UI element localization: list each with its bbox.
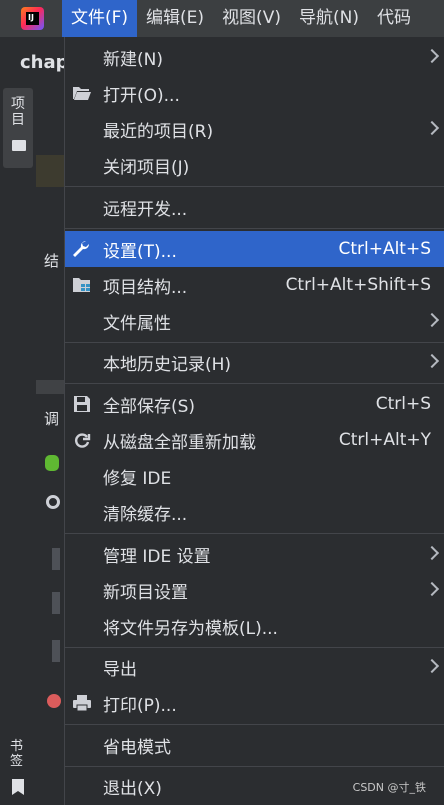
menu-item-label: 关闭项目(J) bbox=[103, 157, 190, 178]
chevron-right-icon bbox=[424, 581, 440, 597]
chevron-right-icon bbox=[424, 120, 440, 136]
menu-item-label: 导出 bbox=[103, 659, 137, 680]
menu-separator bbox=[65, 724, 444, 725]
menu-item-settings[interactable]: 设置(T)... Ctrl+Alt+S bbox=[65, 231, 444, 267]
menu-item-recent-projects[interactable]: 最近的项目(R) bbox=[65, 111, 444, 147]
structure-label: 结 bbox=[44, 252, 60, 270]
menu-separator bbox=[65, 533, 444, 534]
menu-item-save-as-template[interactable]: 将文件另存为模板(L)... bbox=[65, 608, 444, 644]
menu-item-label: 从磁盘全部重新加载 bbox=[103, 432, 256, 453]
chevron-right-icon bbox=[424, 545, 440, 561]
menu-item-label: 新项目设置 bbox=[103, 582, 188, 603]
menu-item-save-all[interactable]: 全部保存(S) Ctrl+S bbox=[65, 386, 444, 422]
bookmark-icon bbox=[12, 779, 24, 795]
menu-item-label: 最近的项目(R) bbox=[103, 121, 214, 142]
chevron-right-icon bbox=[424, 48, 440, 64]
separator-band bbox=[36, 380, 64, 394]
menu-item-label: 设置(T)... bbox=[103, 241, 177, 262]
menu-item-project-structure[interactable]: 项目结构... Ctrl+Alt+Shift+S bbox=[65, 267, 444, 303]
open-folder-icon bbox=[72, 84, 92, 102]
wrench-icon bbox=[72, 240, 92, 258]
menu-navigate[interactable]: 导航(N) bbox=[290, 0, 368, 37]
menu-item-manage-ide-settings[interactable]: 管理 IDE 设置 bbox=[65, 536, 444, 572]
intellij-logo-icon[interactable]: IJ bbox=[21, 7, 44, 30]
chevron-right-icon bbox=[424, 312, 440, 328]
chevron-right-icon bbox=[424, 658, 440, 674]
menu-separator bbox=[65, 766, 444, 767]
menu-item-label: 省电模式 bbox=[103, 737, 171, 758]
menu-item-label: 文件属性 bbox=[103, 313, 171, 334]
breakpoint-icon bbox=[47, 694, 61, 708]
menu-item-label: 项目结构... bbox=[103, 277, 188, 298]
chevron-right-icon bbox=[424, 353, 440, 369]
menu-item-label: 打印(P)... bbox=[103, 695, 177, 716]
shortcut-label: Ctrl+S bbox=[375, 394, 431, 414]
menu-item-label: 远程开发... bbox=[103, 199, 188, 220]
menu-separator bbox=[65, 342, 444, 343]
logo-text: IJ bbox=[28, 13, 34, 22]
menu-item-label: 修复 IDE bbox=[103, 468, 172, 489]
menu-item-label: 将文件另存为模板(L)... bbox=[103, 618, 278, 639]
bookmarks-tool-tab[interactable]: 书签 bbox=[4, 735, 32, 805]
menu-item-label: 清除缓存... bbox=[103, 504, 188, 525]
highlight-band bbox=[36, 155, 64, 187]
menu-separator bbox=[65, 383, 444, 384]
menu-item-power-save-mode[interactable]: 省电模式 bbox=[65, 727, 444, 763]
menu-edit[interactable]: 编辑(E) bbox=[137, 0, 213, 37]
folder-icon bbox=[12, 140, 26, 151]
menu-separator bbox=[65, 186, 444, 187]
menu-bar: IJ 文件(F) 编辑(E) 视图(V) 导航(N) 代码 bbox=[0, 0, 444, 37]
stop-icon bbox=[52, 640, 60, 662]
menu-separator bbox=[65, 228, 444, 229]
menu-item-repair-ide[interactable]: 修复 IDE bbox=[65, 458, 444, 494]
menu-item-new[interactable]: 新建(N) bbox=[65, 39, 444, 75]
bookmarks-tab-label: 书签 bbox=[10, 739, 24, 769]
menu-code[interactable]: 代码 bbox=[368, 0, 420, 37]
menu-item-remote-development[interactable]: 远程开发... bbox=[65, 189, 444, 225]
resume-icon bbox=[52, 548, 60, 570]
watermark: CSDN @寸_铁 bbox=[352, 781, 426, 794]
menu-item-label: 退出(X) bbox=[103, 778, 162, 799]
menu-separator bbox=[65, 647, 444, 648]
menu-item-label: 管理 IDE 设置 bbox=[103, 546, 211, 567]
menu-item-label: 全部保存(S) bbox=[103, 396, 196, 417]
project-title: chap bbox=[20, 52, 69, 73]
debug-bug-icon bbox=[45, 455, 59, 471]
menu-item-local-history[interactable]: 本地历史记录(H) bbox=[65, 344, 444, 380]
project-tab-label: 项目 bbox=[11, 96, 25, 128]
file-menu-dropdown: 新建(N) 打开(O)... 最近的项目(R) 关闭项目(J) 远程开发... … bbox=[64, 37, 444, 805]
save-icon bbox=[72, 395, 92, 413]
menu-item-close-project[interactable]: 关闭项目(J) bbox=[65, 147, 444, 183]
menu-item-label: 本地历史记录(H) bbox=[103, 354, 232, 375]
menu-item-file-properties[interactable]: 文件属性 bbox=[65, 303, 444, 339]
debug-label: 调 bbox=[44, 410, 60, 428]
shortcut-label: Ctrl+Alt+S bbox=[338, 239, 431, 259]
project-structure-icon bbox=[72, 276, 92, 294]
shortcut-label: Ctrl+Alt+Y bbox=[338, 430, 431, 450]
menu-item-print[interactable]: 打印(P)... bbox=[65, 685, 444, 721]
menu-item-invalidate-caches[interactable]: 清除缓存... bbox=[65, 494, 444, 530]
wrench-icon bbox=[46, 495, 60, 509]
menu-item-label: 新建(N) bbox=[103, 49, 163, 70]
menu-item-export[interactable]: 导出 bbox=[65, 649, 444, 685]
pause-icon bbox=[52, 592, 60, 614]
menu-item-label: 打开(O)... bbox=[103, 85, 180, 106]
printer-icon bbox=[72, 694, 92, 712]
menu-file[interactable]: 文件(F) bbox=[62, 0, 138, 37]
menu-item-new-project-settings[interactable]: 新项目设置 bbox=[65, 572, 444, 608]
shortcut-label: Ctrl+Alt+Shift+S bbox=[285, 275, 431, 295]
menu-item-reload-from-disk[interactable]: 从磁盘全部重新加载 Ctrl+Alt+Y bbox=[65, 422, 444, 458]
menu-view[interactable]: 视图(V) bbox=[213, 0, 290, 37]
project-tool-tab[interactable]: 项目 bbox=[3, 88, 33, 168]
refresh-icon bbox=[72, 431, 92, 449]
menu-item-open[interactable]: 打开(O)... bbox=[65, 75, 444, 111]
